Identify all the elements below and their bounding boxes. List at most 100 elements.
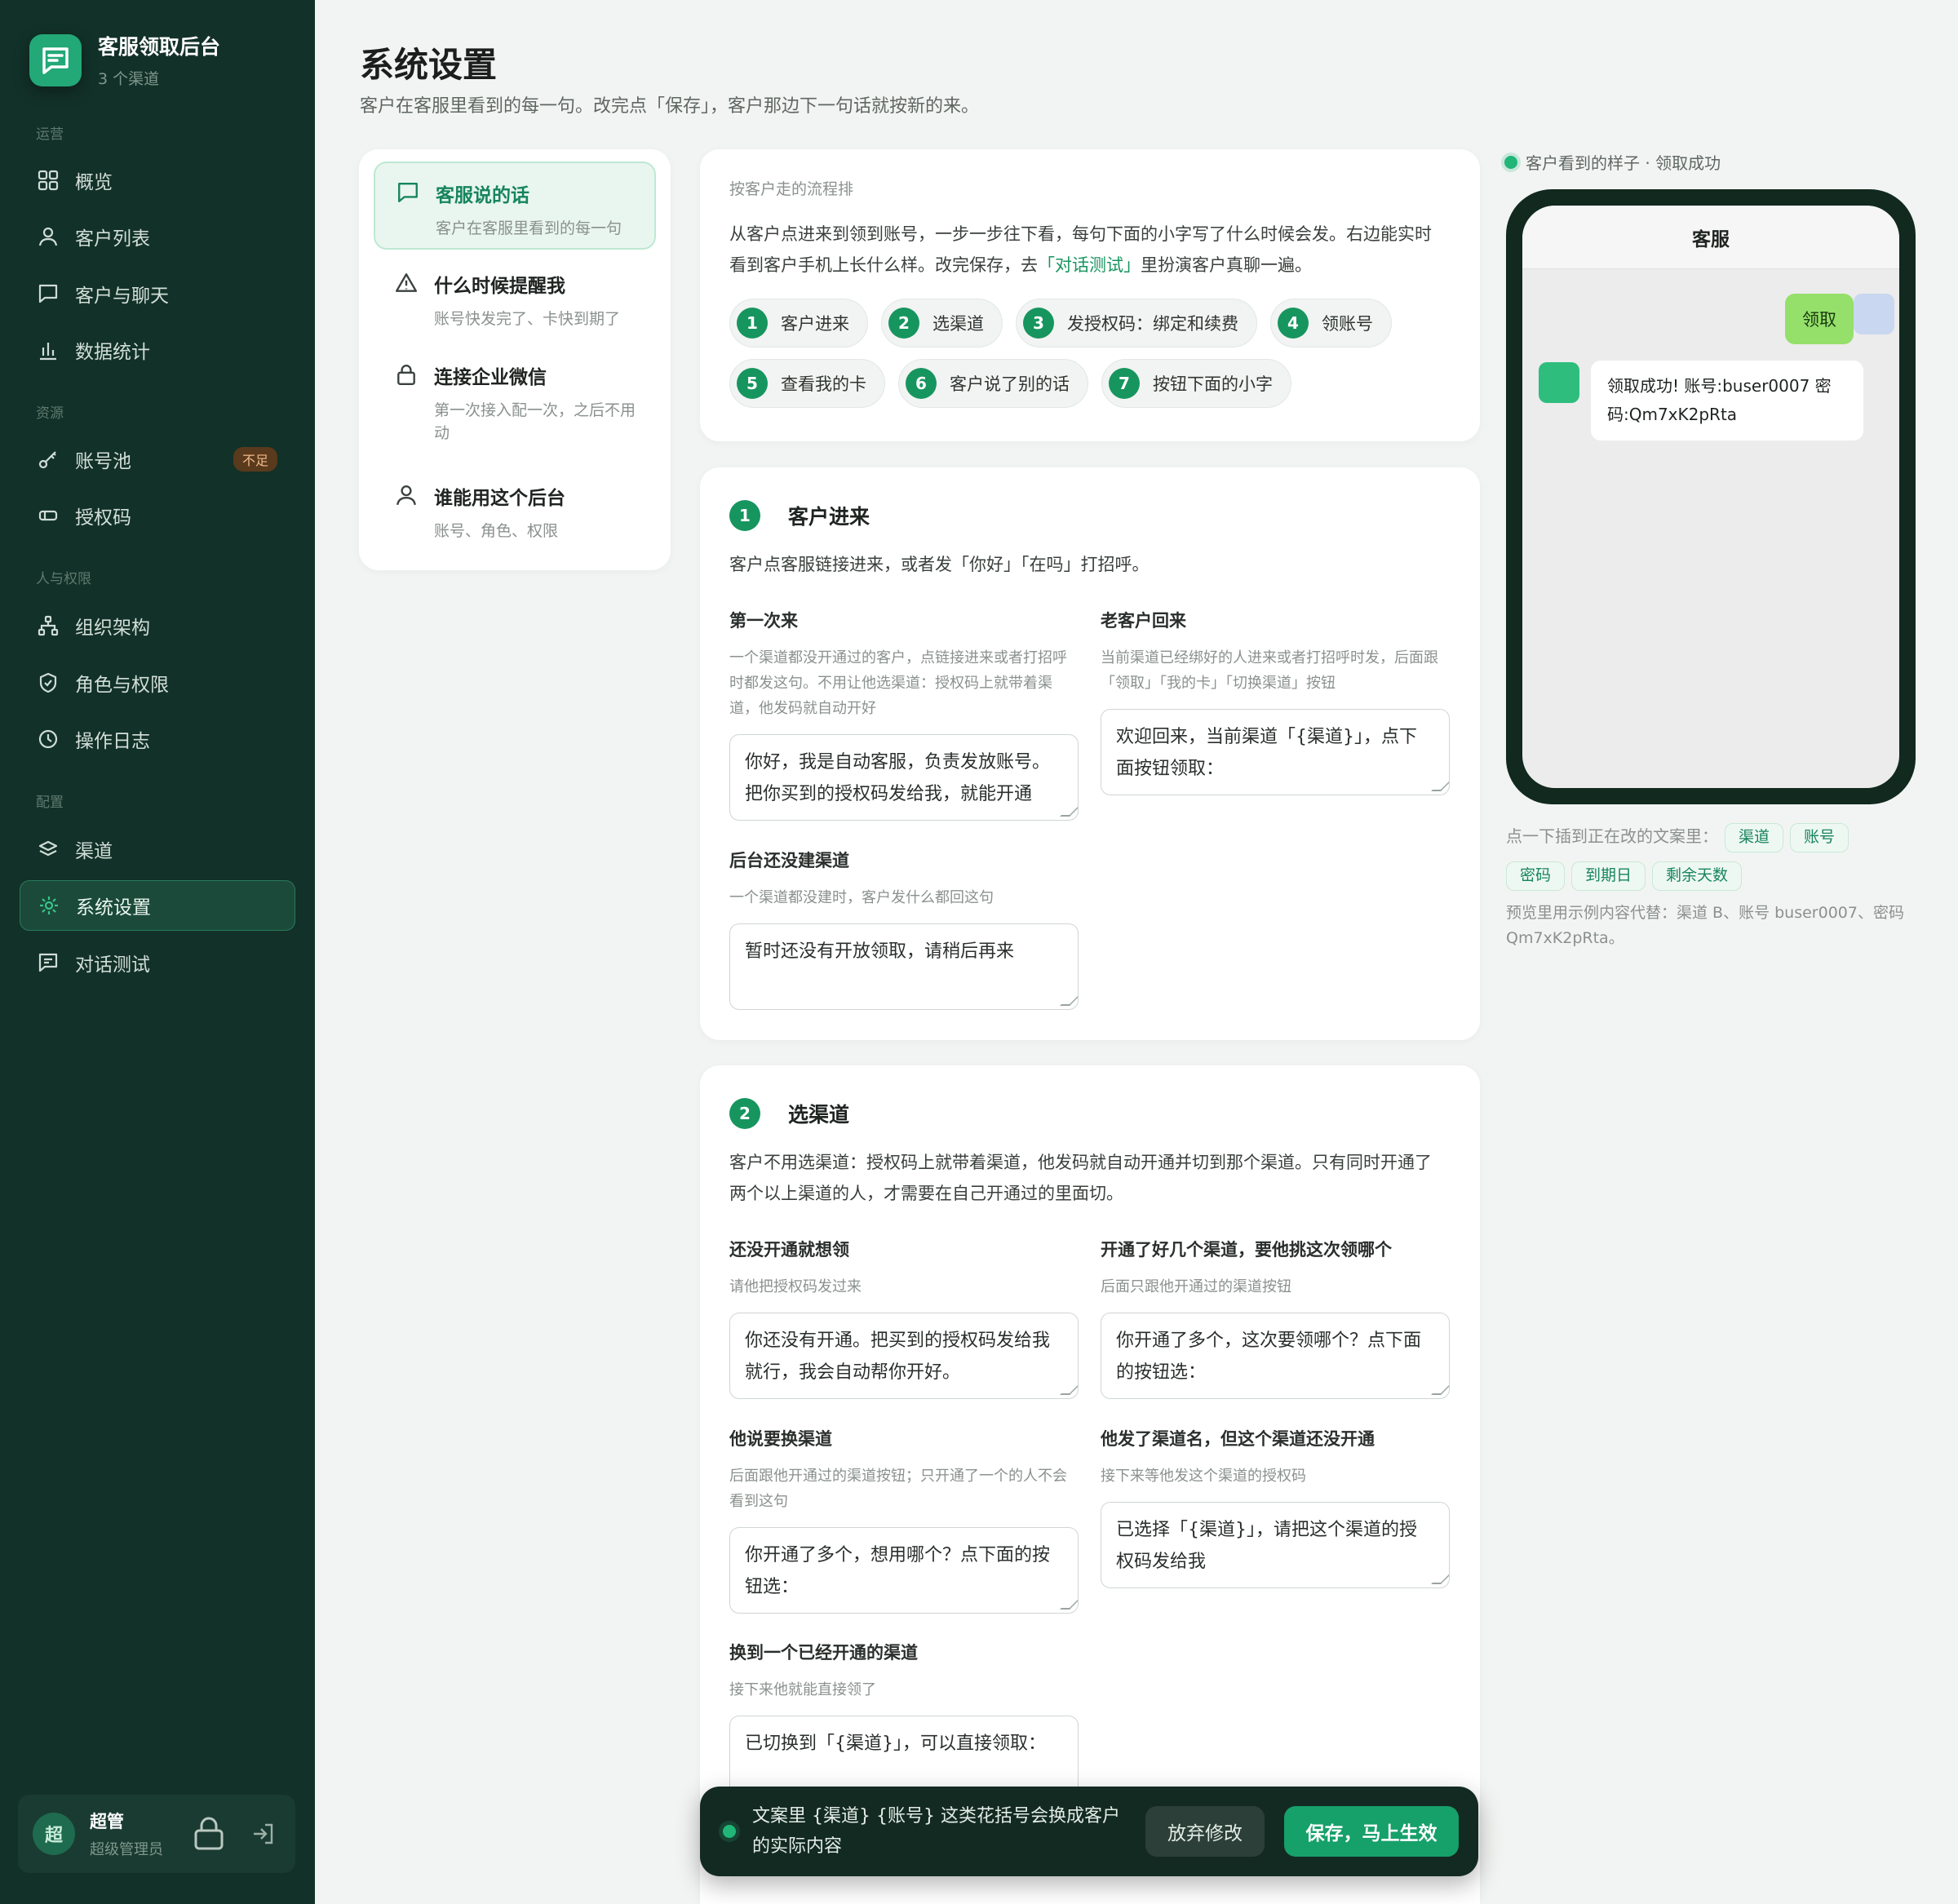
nav-label: 授权码: [75, 507, 131, 529]
field-switch-channel: 他说要换渠道 后面跟他开通过的渠道按钮；只开通了一个的人不会看到这句 你开通了多…: [729, 1426, 1079, 1614]
section-title: 客户进来: [788, 505, 870, 529]
discard-button[interactable]: 放弃修改: [1145, 1806, 1265, 1857]
key-icon: [36, 447, 60, 472]
placeholder-tags: 点一下插到正在改的文案里： 渠道 账号密码 到期日 剩余天数: [1506, 817, 1930, 894]
insert-hint: 点一下插到正在改的文案里：: [1506, 826, 1718, 846]
menu-item-title: 谁能用这个后台: [434, 488, 565, 509]
step-chip[interactable]: 1 客户进来: [729, 299, 868, 348]
menu-item-wecom[interactable]: 连接企业微信 第一次接入配一次，之后不用动: [374, 345, 656, 442]
message-textarea[interactable]: 你开通了多个，这次要领哪个？点下面的按钮选：: [1101, 1313, 1450, 1399]
step-chip[interactable]: 2 选渠道: [881, 299, 1003, 348]
unsaved-changes-bar: 文案里 {渠道} {账号} 这类花括号会换成客户的实际内容 放弃修改 保存，马上…: [700, 1787, 1478, 1876]
avatar: 超: [33, 1813, 75, 1855]
nav-item-roles[interactable]: 角色与权限: [20, 658, 295, 708]
chat-title: 客服: [1522, 206, 1899, 269]
shield-icon: [36, 671, 60, 695]
tag-channel[interactable]: 渠道: [1725, 822, 1784, 852]
message-textarea[interactable]: 你好，我是自动客服，负责发放账号。把你买到的授权码发给我，就能开通: [729, 734, 1079, 821]
save-button[interactable]: 保存，马上生效: [1284, 1806, 1459, 1857]
section-header: 2 选渠道: [729, 1098, 849, 1129]
phone-preview: 客服 领取 领取成功! 账号:buser0007 密码:Qm7xK2pRta: [1506, 189, 1916, 804]
nav-label: 概览: [75, 172, 113, 193]
lock-icon[interactable]: [193, 1816, 225, 1855]
nav-label: 角色与权限: [75, 675, 169, 696]
section-customer-enters: 1 客户进来 客户点客服链接进来，或者发「你好」「在吗」打招呼。 第一次来 一个…: [700, 467, 1480, 1040]
flow-card: 按客户走的流程排 从客户点进来到领到账号，一步一步往下看，每句下面的小字写了什么…: [700, 149, 1480, 441]
message-textarea[interactable]: 暂时还没有开放领取，请稍后再来: [729, 923, 1079, 1010]
status-dot: [723, 1825, 736, 1838]
bar-chart-icon: [36, 338, 60, 362]
warning-icon: [395, 272, 418, 298]
field-not-activated: 还没开通就想领 请他把授权码发过来 你还没有开通。把买到的授权码发给我就行，我会…: [729, 1237, 1079, 1399]
message-textarea[interactable]: 你还没有开通。把买到的授权码发给我就行，我会自动帮你开好。: [729, 1313, 1079, 1399]
message-textarea[interactable]: 欢迎回来，当前渠道「{渠道}」，点下面按钮领取：: [1101, 709, 1450, 795]
step-chip[interactable]: 5 查看我的卡: [729, 359, 885, 408]
user-name: 超管: [90, 1812, 124, 1831]
field-first-visit: 第一次来 一个渠道都没开通过的客户，点链接进来或者打招呼时都发这句。不用让他选渠…: [729, 608, 1079, 821]
nav-label: 系统设置: [76, 897, 151, 919]
tag-days-left[interactable]: 剩余天数: [1652, 861, 1743, 891]
field-returning-customer: 老客户回来 当前渠道已经绑好的人进来或者打招呼时发，后面跟「领取」「我的卡」「切…: [1101, 608, 1450, 795]
nav-item-account-pool[interactable]: 账号池 不足: [20, 434, 295, 485]
menu-item-title: 什么时候提醒我: [434, 276, 565, 297]
nav-item-overview[interactable]: 概览: [20, 155, 295, 206]
step-chip[interactable]: 4 领账号: [1270, 299, 1392, 348]
bot-avatar: [1539, 362, 1579, 403]
lock-icon: [395, 363, 418, 389]
nav-label: 数据统计: [75, 342, 150, 363]
nav-label: 对话测试: [75, 954, 150, 976]
nav-item-chat-test[interactable]: 对话测试: [20, 937, 295, 988]
message-textarea[interactable]: 你开通了多个，想用哪个？点下面的按钮选：: [729, 1527, 1079, 1614]
nav-item-settings[interactable]: 系统设置: [20, 880, 295, 931]
flow-description: 从客户点进来到领到账号，一步一步往下看，每句下面的小字写了什么时候会发。右边能实…: [729, 224, 1432, 275]
message-textarea[interactable]: 已选择「{渠道}」，请把这个渠道的授权码发给我: [1101, 1502, 1450, 1588]
menu-item-title: 客服说的话: [436, 185, 529, 206]
section-choose-channel: 2 选渠道 客户不用选渠道：授权码上就带着渠道，他发码就自动开通并切到那个渠道。…: [700, 1065, 1480, 1904]
clock-icon: [36, 727, 60, 751]
tag-account[interactable]: 账号: [1790, 822, 1849, 852]
tag-password[interactable]: 密码: [1506, 861, 1566, 891]
step-chip[interactable]: 6 客户说了别的话: [898, 359, 1088, 408]
live-dot: [1504, 155, 1517, 169]
menu-item-access[interactable]: 谁能用这个后台 账号、角色、权限: [374, 466, 656, 554]
field-channel-not-activated: 他发了渠道名，但这个渠道还没开通 接下来等他发这个渠道的授权码 已选择「{渠道}…: [1101, 1426, 1450, 1588]
nav-item-logs[interactable]: 操作日志: [20, 714, 295, 764]
field-multi-channel: 开通了好几个渠道，要他挑这次领哪个 后面只跟他开通过的渠道按钮 你开通了多个，这…: [1101, 1237, 1450, 1399]
nav-label: 客户列表: [75, 228, 150, 250]
customer-avatar: [1854, 294, 1894, 334]
customer-message: 领取: [1785, 294, 1854, 344]
preview-header: 客户看到的样子 · 领取成功: [1504, 150, 1721, 174]
brand: 客服领取后台 3 个渠道: [29, 31, 220, 89]
flow-steps: 1 客户进来 2 选渠道 3 发授权码：绑定和续费 4 领账号 5 查看我的卡 6 客户说了…: [729, 299, 1447, 408]
nav-group-config: 配置: [36, 795, 64, 811]
chat-test-link[interactable]: 「对话测试」: [1038, 255, 1141, 275]
section-title: 选渠道: [788, 1103, 850, 1127]
user-icon: [36, 224, 60, 249]
chat-logo-icon: [29, 33, 82, 86]
menu-item-alerts[interactable]: 什么时候提醒我 账号快发完了、卡快到期了: [374, 254, 656, 342]
nav-item-chats[interactable]: 客户与聊天: [20, 268, 295, 319]
menu-item-bot-messages[interactable]: 客服说的话 客户在客服里看到的每一句: [374, 162, 656, 250]
grid-icon: [36, 168, 60, 193]
nav-group-resources: 资源: [36, 405, 64, 422]
nav-group-ops: 运营: [36, 126, 64, 143]
nav-item-stats[interactable]: 数据统计: [20, 325, 295, 375]
step-chip[interactable]: 3 发授权码：绑定和续费: [1016, 299, 1257, 348]
nav-item-auth-codes[interactable]: 授权码: [20, 490, 295, 541]
menu-item-desc: 账号快发完了、卡快到期了: [434, 310, 621, 328]
tag-expiry[interactable]: 到期日: [1571, 861, 1646, 891]
preview-note: 预览里用示例内容代替：渠道 B、账号 buser0007、密码 Qm7xK2pR…: [1506, 904, 1904, 947]
flow-label: 按客户走的流程排: [729, 180, 854, 198]
nav-group-people: 人与权限: [36, 571, 91, 587]
phone-screen: 客服 领取 领取成功! 账号:buser0007 密码:Qm7xK2pRta: [1522, 206, 1899, 788]
nav-item-channels[interactable]: 渠道: [20, 824, 295, 875]
settings-icon: [37, 893, 61, 918]
nav-item-customers[interactable]: 客户列表: [20, 211, 295, 262]
logout-icon[interactable]: [251, 1822, 276, 1849]
nav-item-org[interactable]: 组织架构: [20, 600, 295, 651]
nav-label: 渠道: [75, 841, 113, 862]
step-chip[interactable]: 7 按钮下面的小字: [1101, 359, 1291, 408]
menu-item-desc: 客户在客服里看到的每一句: [436, 219, 622, 237]
chat-icon: [396, 181, 419, 207]
preview-status: 客户看到的样子 · 领取成功: [1526, 153, 1721, 173]
